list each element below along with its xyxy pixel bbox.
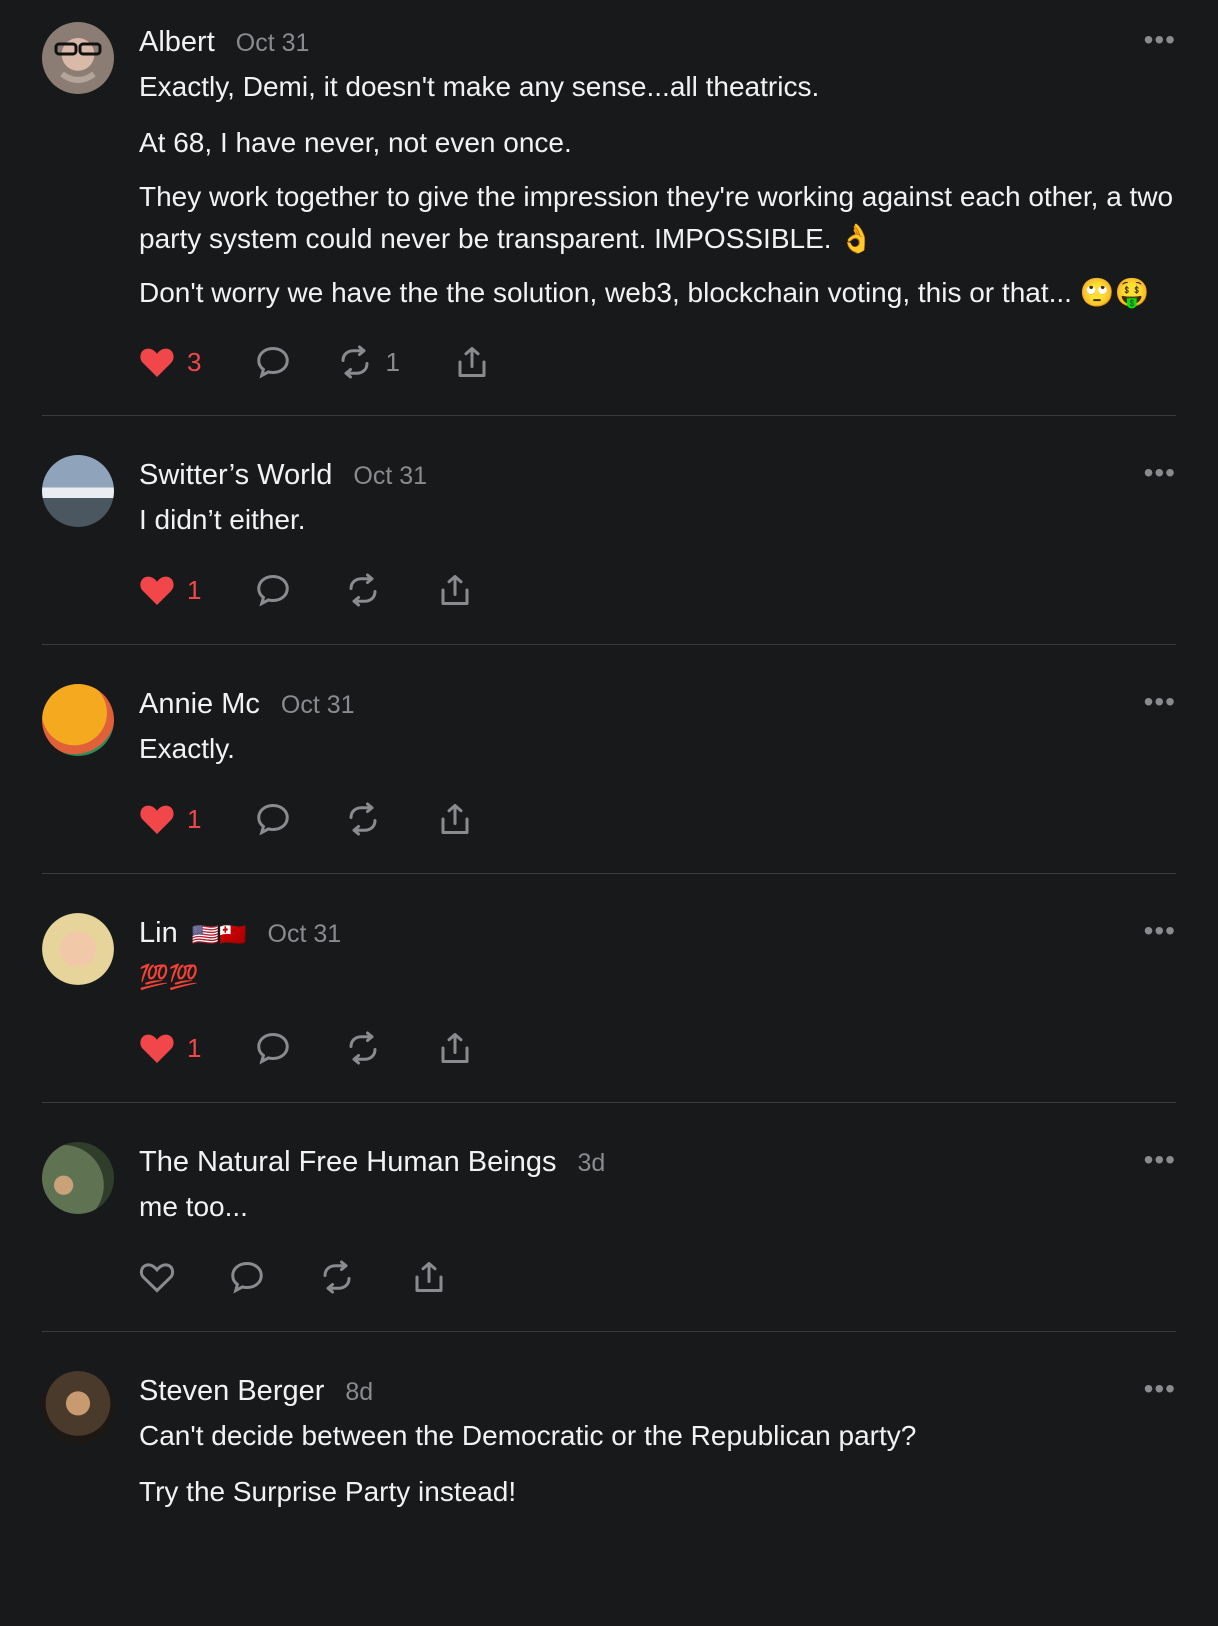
comment-button[interactable] [255, 1031, 291, 1065]
share-button[interactable] [454, 345, 490, 379]
comment: ••• Albert Oct 31 Exactly, Demi, it does… [0, 0, 1218, 382]
author-name[interactable]: Switter’s World [139, 455, 332, 495]
action-bar: 3 1 [139, 342, 1179, 382]
avatar[interactable] [42, 22, 114, 94]
more-options-icon[interactable]: ••• [1144, 686, 1176, 718]
comment-text: Try the Surprise Party instead! [139, 1476, 517, 1507]
avatar[interactable] [42, 1142, 114, 1214]
repost-icon [349, 573, 377, 607]
comment-text: They work together to give the impressio… [139, 181, 1174, 254]
avatar[interactable] [42, 684, 114, 756]
avatar[interactable] [42, 455, 114, 527]
heart-icon [140, 576, 174, 605]
avatar[interactable] [42, 1371, 114, 1443]
comment-icon [257, 803, 290, 836]
comment-button[interactable] [255, 345, 291, 379]
author-name[interactable]: Steven Berger [139, 1371, 324, 1411]
comment-icon [257, 574, 290, 607]
comment: ••• The Natural Free Human Beings 3d me … [0, 1103, 1218, 1297]
comment-text: Can't decide between the Democratic or t… [139, 1420, 917, 1451]
comment: ••• Lin 🇺🇸🇹🇴 Oct 31 💯💯 1 [0, 874, 1218, 1068]
share-button[interactable] [437, 573, 473, 607]
comment-icon [231, 1261, 263, 1294]
repost-button[interactable] [345, 1031, 381, 1065]
author-name[interactable]: Lin [139, 913, 178, 953]
comment: ••• Annie Mc Oct 31 Exactly. 1 [0, 645, 1218, 839]
timestamp: Oct 31 [267, 920, 342, 948]
like-button[interactable]: 3 [139, 345, 201, 379]
share-button[interactable] [437, 802, 473, 836]
like-count: 1 [187, 803, 202, 834]
comment-icon [257, 346, 290, 379]
comment-text: Don't worry we have the the solution, we… [139, 277, 1150, 308]
comment-button[interactable] [229, 1260, 265, 1294]
author-name[interactable]: Annie Mc [139, 684, 260, 724]
comment-text: me too... [139, 1191, 248, 1222]
flag-emojis: 🇺🇸🇹🇴 [191, 922, 247, 947]
author-name[interactable]: The Natural Free Human Beings [139, 1142, 556, 1182]
more-options-icon[interactable]: ••• [1144, 24, 1176, 56]
comment-text: Exactly. [139, 733, 235, 764]
share-icon [415, 1262, 443, 1292]
like-count: 1 [187, 574, 202, 605]
timestamp: 8d [345, 1378, 374, 1406]
like-button[interactable]: 1 [139, 573, 201, 607]
action-bar: 1 [139, 1028, 1179, 1068]
share-button[interactable] [437, 1031, 473, 1065]
like-button[interactable] [139, 1260, 175, 1294]
comment-text: 💯💯 [139, 964, 199, 991]
comment: ••• Switter’s World Oct 31 I didn’t eith… [0, 416, 1218, 610]
heart-icon [140, 805, 174, 834]
more-options-icon[interactable]: ••• [1144, 1144, 1176, 1176]
repost-button[interactable] [319, 1260, 355, 1294]
more-options-icon[interactable]: ••• [1144, 1373, 1176, 1405]
comment-icon [257, 1032, 290, 1065]
timestamp: Oct 31 [353, 462, 428, 490]
avatar[interactable] [42, 913, 114, 985]
repost-button[interactable] [345, 802, 381, 836]
share-icon [458, 347, 486, 377]
comment: ••• Steven Berger 8d Can't decide betwee… [0, 1332, 1218, 1513]
like-button[interactable]: 1 [139, 802, 201, 836]
repost-icon [323, 1260, 351, 1294]
comment-button[interactable] [255, 802, 291, 836]
action-bar: 1 [139, 799, 1179, 839]
share-icon [441, 804, 469, 834]
comment-text: Exactly, Demi, it doesn't make any sense… [139, 71, 820, 102]
action-bar: 1 [139, 570, 1179, 610]
repost-icon [349, 802, 377, 836]
repost-button[interactable] [345, 573, 381, 607]
author-name[interactable]: Albert [139, 22, 215, 62]
comment-text: I didn’t either. [139, 504, 306, 535]
like-button[interactable]: 1 [139, 1031, 201, 1065]
action-bar [139, 1257, 1179, 1297]
timestamp: Oct 31 [280, 691, 355, 719]
more-options-icon[interactable]: ••• [1144, 915, 1176, 947]
repost-icon [349, 1031, 377, 1065]
more-options-icon[interactable]: ••• [1144, 457, 1176, 489]
comment-text: At 68, I have never, not even once. [139, 127, 572, 158]
heart-icon [140, 348, 174, 377]
repost-button[interactable]: 1 [337, 345, 400, 379]
repost-count: 1 [385, 346, 400, 377]
heart-icon [139, 1263, 175, 1293]
share-icon [441, 1033, 469, 1063]
like-count: 3 [187, 346, 202, 377]
share-icon [441, 575, 469, 605]
share-button[interactable] [411, 1260, 447, 1294]
repost-icon [341, 345, 369, 379]
heart-icon [140, 1034, 174, 1063]
timestamp: 3d [577, 1149, 606, 1177]
timestamp: Oct 31 [235, 29, 310, 57]
comment-button[interactable] [255, 573, 291, 607]
like-count: 1 [187, 1032, 202, 1063]
comment-feed: ••• Albert Oct 31 Exactly, Demi, it does… [0, 0, 1218, 1513]
